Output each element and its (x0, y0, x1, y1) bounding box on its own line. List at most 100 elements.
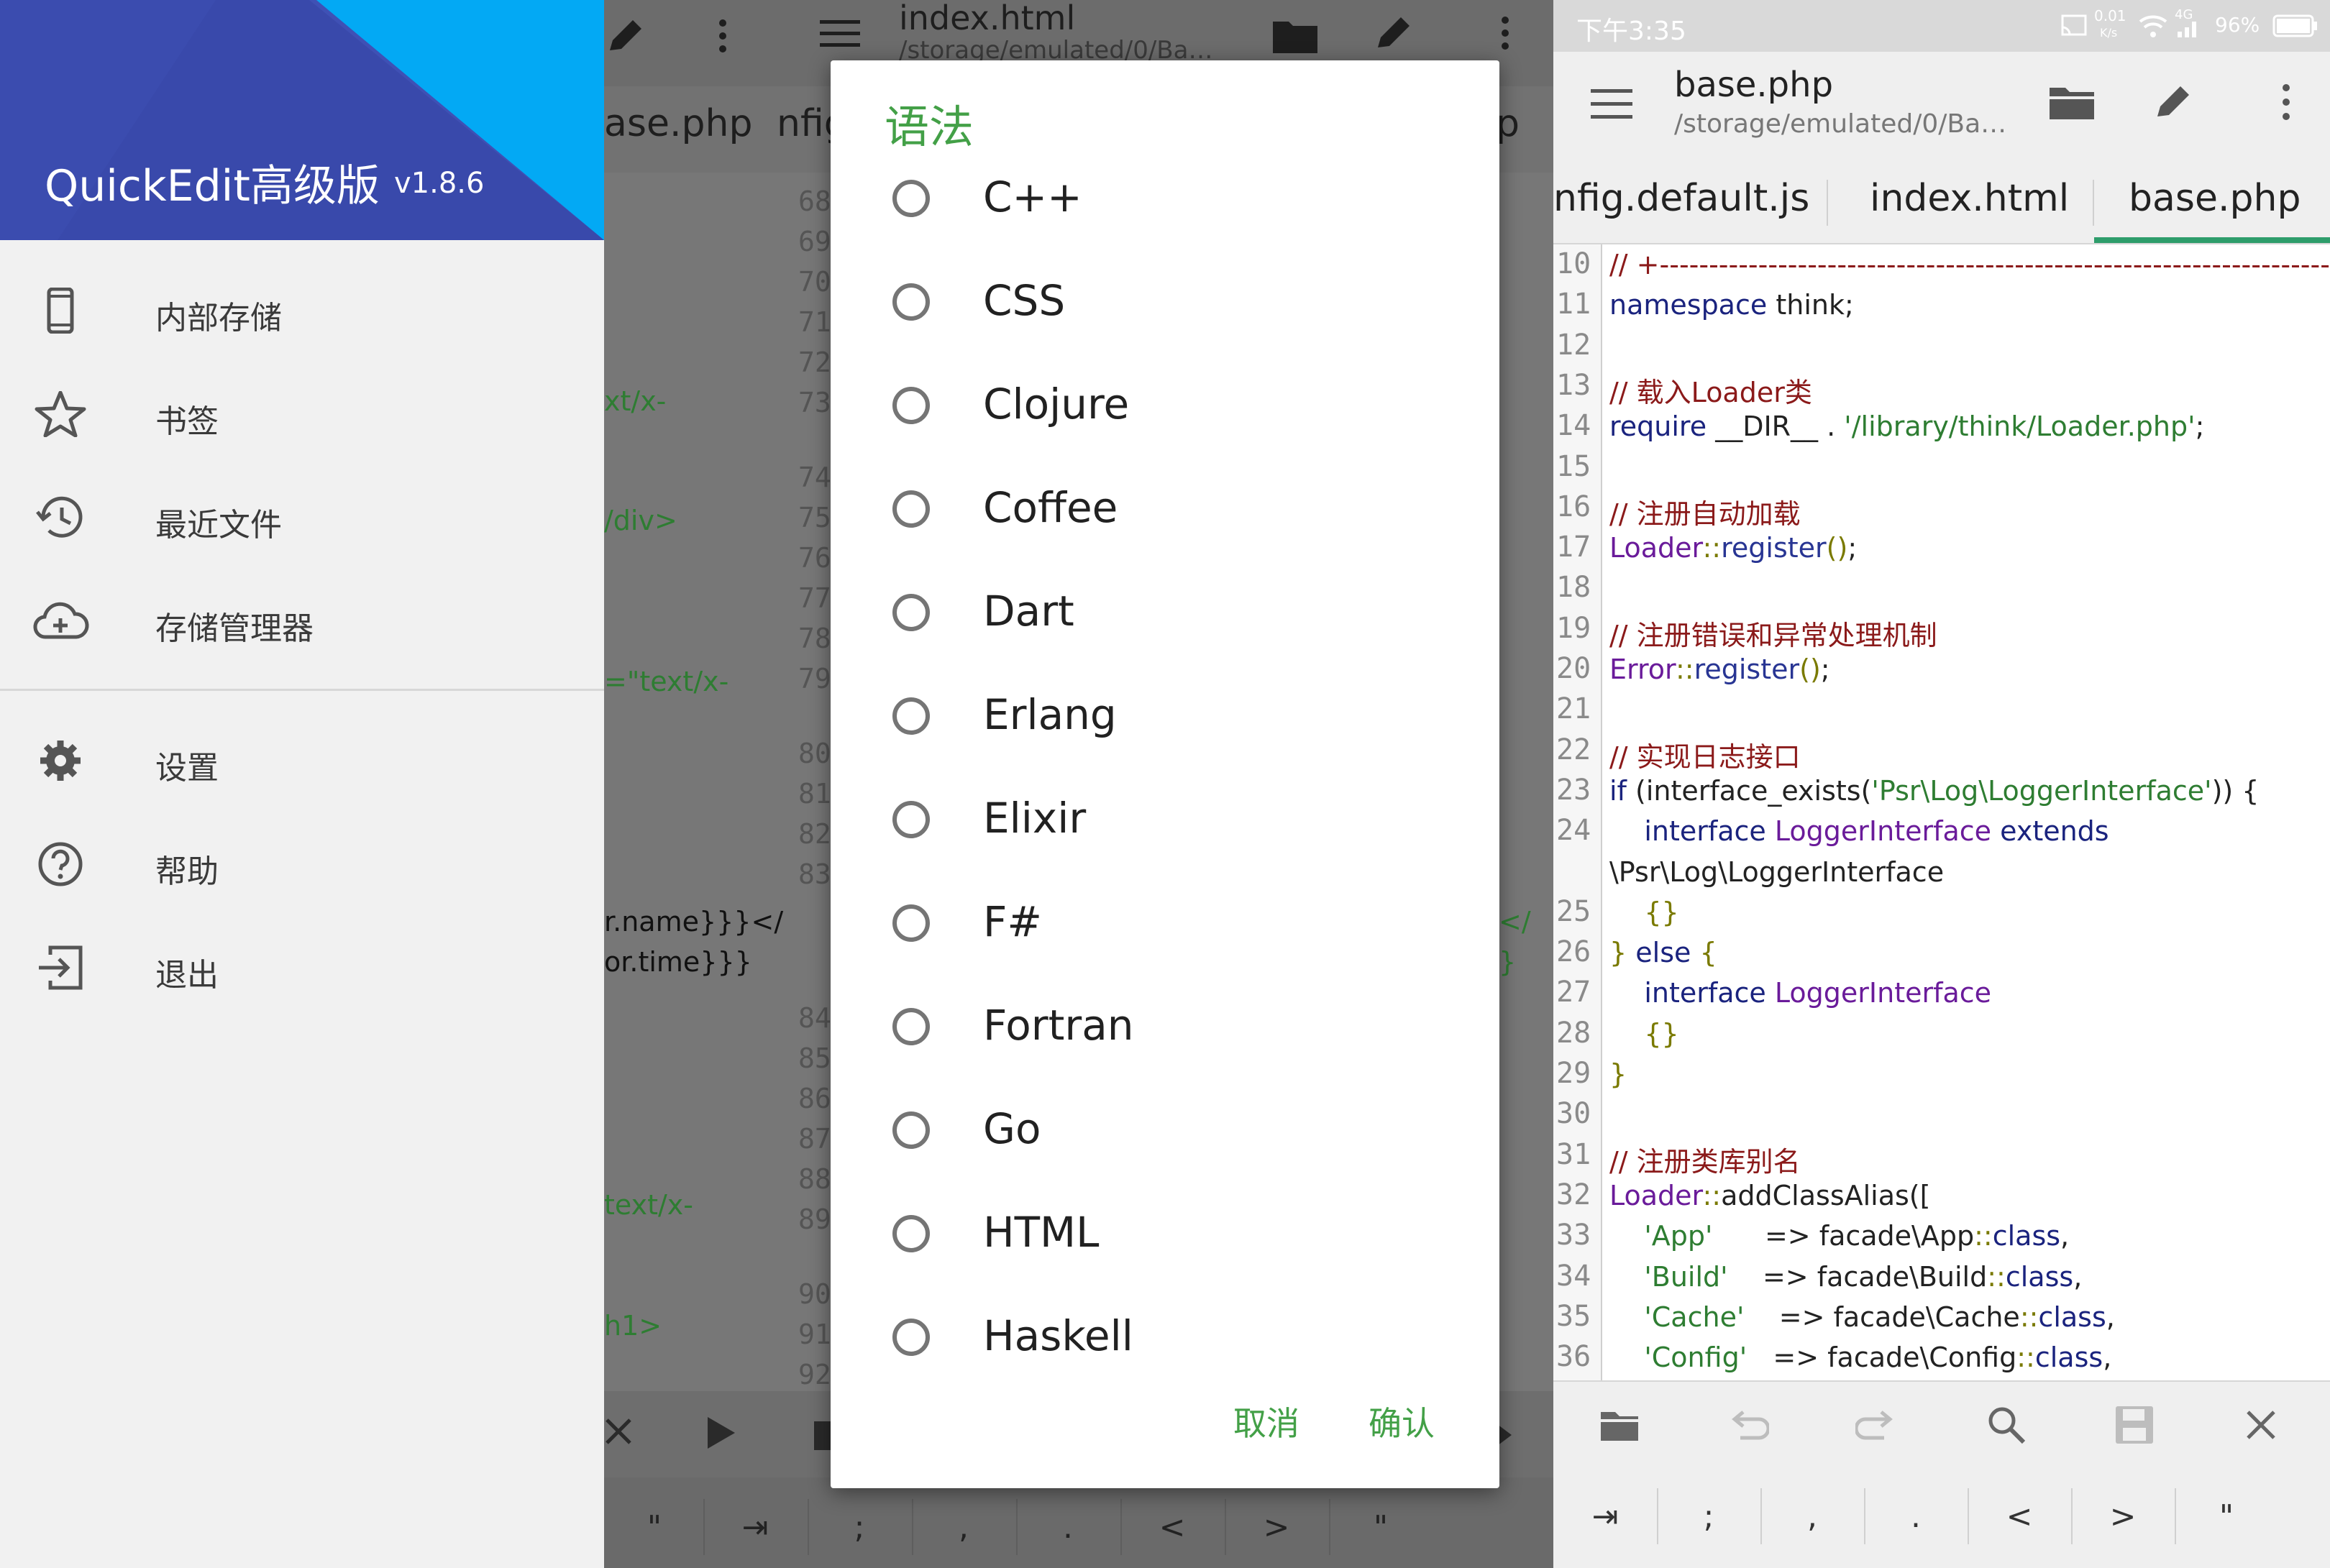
folder-icon[interactable] (1598, 1406, 1641, 1444)
key-separator (1016, 1499, 1018, 1555)
menu-icon[interactable] (1589, 86, 1635, 122)
file-tab[interactable]: nfig.default.js (1553, 177, 1809, 220)
radio-button[interactable] (892, 697, 930, 735)
key-button[interactable]: " (1329, 1492, 1433, 1564)
key-button[interactable]: > (2071, 1481, 2175, 1553)
folder-icon[interactable] (1270, 13, 1320, 56)
help-icon (38, 842, 83, 886)
undo-icon[interactable] (1726, 1406, 1769, 1444)
key-button[interactable]: < (1120, 1492, 1224, 1564)
key-button[interactable]: ⇥ (703, 1492, 807, 1564)
code-editor[interactable]: 10 // +----------------------------------… (1553, 244, 2330, 1380)
pencil-icon[interactable] (604, 14, 647, 58)
confirm-button[interactable]: 确认 (1369, 1398, 1435, 1445)
line-number: 16 (1556, 490, 1591, 523)
code-line: 26} else { (1553, 935, 2330, 976)
code-text: 'App' => facade\App::class, (1609, 1220, 2069, 1252)
battery-percent: 96% (2215, 13, 2260, 37)
drawer-item-recent-files[interactable]: 最近文件 (0, 473, 604, 559)
save-icon[interactable] (2113, 1403, 2156, 1446)
syntax-option[interactable]: Elixir (831, 771, 1499, 874)
code-token: class (2034, 1342, 2103, 1374)
radio-button[interactable] (892, 801, 930, 838)
key-button[interactable]: < (1968, 1481, 2071, 1553)
drawer-item-internal-storage[interactable]: 内部存储 (0, 266, 604, 352)
code-token: ; (1820, 654, 1830, 685)
key-button[interactable]: " (2175, 1481, 2278, 1553)
key-button[interactable]: > (1225, 1492, 1328, 1564)
syntax-option[interactable]: Coffee (831, 460, 1499, 564)
syntax-option[interactable]: Go (831, 1081, 1499, 1185)
pencil-icon[interactable] (2152, 79, 2195, 122)
syntax-option[interactable]: Dart (831, 564, 1499, 667)
code-line: 28 {} (1553, 1017, 2330, 1057)
drawer-item-help[interactable]: 帮助 (0, 820, 604, 906)
radio-button[interactable] (892, 594, 930, 631)
close-icon[interactable] (2244, 1408, 2278, 1442)
line-number: 20 (1556, 652, 1591, 685)
syntax-option[interactable]: Fortran (831, 978, 1499, 1081)
key-button[interactable]: " (604, 1492, 706, 1564)
syntax-option[interactable]: C++ (831, 150, 1499, 253)
radio-button[interactable] (892, 180, 930, 217)
radio-button[interactable] (892, 490, 930, 528)
key-button[interactable]: . (1016, 1492, 1120, 1564)
syntax-option[interactable]: HTML (831, 1185, 1499, 1288)
radio-button[interactable] (892, 1111, 930, 1149)
radio-button[interactable] (892, 387, 930, 424)
file-tab-active[interactable]: base.php (2129, 177, 2301, 220)
key-button[interactable]: ; (808, 1492, 911, 1564)
line-number: 33 (1556, 1219, 1591, 1252)
drawer-item-bookmarks[interactable]: 书签 (0, 370, 604, 456)
play-icon[interactable] (705, 1416, 736, 1450)
code-text: {} (1609, 897, 1678, 928)
key-button[interactable]: ; (1657, 1481, 1760, 1553)
folder-icon[interactable] (2047, 81, 2097, 124)
code-text: interface LoggerInterface extends (1609, 815, 2109, 847)
more-icon[interactable] (712, 14, 734, 58)
redo-icon[interactable] (1855, 1406, 1899, 1444)
drawer-item-exit[interactable]: 退出 (0, 923, 604, 1009)
file-tabs: nfig.default.js index.html base.php (1553, 157, 2330, 244)
code-token: Loader (1609, 532, 1703, 564)
line-number: 12 (1556, 328, 1591, 362)
radio-button[interactable] (892, 1319, 930, 1356)
more-icon[interactable] (1494, 12, 1516, 55)
key-button[interactable]: , (1760, 1481, 1864, 1553)
drawer-item-settings[interactable]: 设置 (0, 716, 604, 802)
radio-button[interactable] (892, 283, 930, 321)
cancel-button[interactable]: 取消 (1233, 1398, 1299, 1445)
line-number: 14 (1556, 409, 1591, 443)
drawer-item-storage-manager[interactable]: 存储管理器 (0, 577, 604, 663)
code-token: () (1799, 654, 1821, 685)
file-tab[interactable]: index.html (1870, 177, 2069, 220)
syntax-option[interactable]: F# (831, 874, 1499, 978)
line-number: 18 (1556, 571, 1591, 605)
line-number: 68 (798, 185, 831, 217)
syntax-option[interactable]: Erlang (831, 667, 1499, 771)
dialog-title: 语法 (885, 101, 974, 153)
syntax-option[interactable]: CSS (831, 253, 1499, 357)
pencil-icon[interactable] (1372, 12, 1415, 55)
code-text: Loader::addClassAlias([ (1609, 1180, 1930, 1211)
key-button[interactable]: ⇥ (1553, 1481, 1657, 1553)
radio-button[interactable] (892, 1215, 930, 1252)
mid-tab[interactable]: ase.php (604, 102, 752, 145)
code-token: ; (1847, 532, 1858, 564)
search-icon[interactable] (1985, 1403, 2028, 1446)
syntax-option[interactable]: Clojure (831, 357, 1499, 460)
key-button[interactable]: , (912, 1492, 1015, 1564)
more-icon[interactable] (2275, 81, 2297, 124)
code-line: 11 namespace think; (1553, 288, 2330, 328)
line-number: 88 (798, 1163, 831, 1195)
line-number: 92 (798, 1359, 831, 1390)
radio-button[interactable] (892, 904, 930, 942)
close-icon[interactable] (604, 1417, 633, 1446)
syntax-option[interactable]: Haskell (831, 1288, 1499, 1392)
radio-button[interactable] (892, 1008, 930, 1045)
menu-icon[interactable] (817, 16, 863, 52)
key-button[interactable]: . (1864, 1481, 1968, 1553)
